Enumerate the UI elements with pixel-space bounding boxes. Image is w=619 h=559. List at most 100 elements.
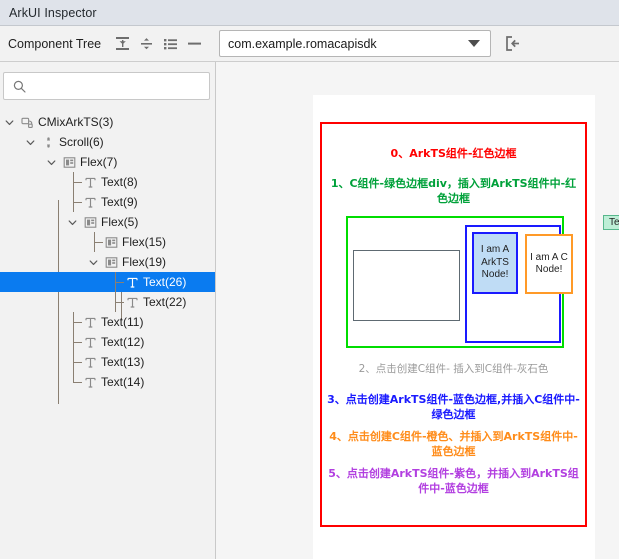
- arkui-inspector-window: ArkUI Inspector Component Tree com.examp…: [0, 0, 619, 559]
- expand-all-icon[interactable]: [115, 36, 130, 51]
- tree-elbow: [73, 182, 82, 183]
- minus-icon[interactable]: [187, 36, 202, 51]
- tree-node-text14[interactable]: Text(14): [0, 372, 215, 392]
- tree-node-flex19[interactable]: Flex(19): [0, 252, 215, 272]
- tree-elbow: [73, 202, 82, 203]
- component-icon: [21, 116, 34, 129]
- tree-node-text22[interactable]: Text(22): [0, 292, 215, 312]
- collapse-all-icon[interactable]: [139, 36, 154, 51]
- preview-line-0: 0、ArkTS组件-红色边框: [390, 147, 517, 160]
- tree-guide-segment: [94, 232, 95, 252]
- c-node-box: I am A C Node!: [525, 234, 573, 294]
- flex-icon: [105, 256, 118, 269]
- text-icon: [84, 176, 97, 189]
- tree-node-text11[interactable]: Text(11): [0, 312, 215, 332]
- tree-node-label: Text(11): [101, 315, 144, 329]
- tree-node-label: Text(22): [143, 295, 187, 309]
- chevron-down-icon[interactable]: [46, 157, 57, 168]
- device-preview: 0、ArkTS组件-红色边框 1、C组件-绿色边框div，插入到ArkTS组件中…: [313, 95, 619, 559]
- toolbar-icon-group: [115, 36, 202, 51]
- tree-elbow: [73, 362, 82, 363]
- list-view-icon[interactable]: [163, 36, 178, 51]
- flex-icon: [63, 156, 76, 169]
- tree-guide-segment: [73, 352, 74, 372]
- app-package-value: com.example.romacapisdk: [228, 36, 377, 51]
- tree-elbow: [73, 342, 82, 343]
- text-icon: [84, 316, 97, 329]
- tree-node-label: Flex(15): [122, 235, 167, 249]
- c-node-text: I am A C Node!: [530, 251, 568, 276]
- c-component-green-border: Text(26) I am A ArkTS Node! I am A C Nod…: [346, 215, 619, 348]
- preview-line-2: 2、点击创建C组件- 插入到C组件-灰石色: [358, 363, 549, 375]
- app-package-select[interactable]: com.example.romacapisdk: [219, 30, 491, 57]
- component-tree[interactable]: CMixArkTS(3) Scroll(6) Flex(7) Text(8) Text(…: [0, 112, 215, 404]
- search-wrap: [3, 72, 210, 100]
- preview-line-1: 1、C组件-绿色边框div，插入到ArkTS组件中-红色边框: [330, 177, 577, 205]
- tree-guide-segment: [115, 292, 116, 312]
- tree-node-label: CMixArkTS(3): [38, 115, 114, 129]
- search-icon: [13, 80, 26, 93]
- tree-node-text26[interactable]: Text(26): [0, 272, 215, 292]
- tree-node-text8[interactable]: Text(8): [0, 172, 215, 192]
- tree-node-scroll6[interactable]: Scroll(6): [0, 132, 215, 152]
- tree-node-flex5[interactable]: Flex(5): [0, 212, 215, 232]
- preview-line-3: 3、点击创建ArkTS组件-蓝色边框,并插入C组件中-绿色边框: [327, 393, 580, 421]
- text-icon: [84, 376, 97, 389]
- node-tooltip-label: Text(26): [608, 217, 619, 228]
- tree-elbow: [94, 242, 103, 243]
- flex-icon: [84, 216, 97, 229]
- component-tree-label: Component Tree: [8, 36, 102, 51]
- tree-guide-segment: [73, 312, 74, 332]
- tree-elbow: [73, 382, 82, 383]
- tree-elbow: [115, 282, 124, 283]
- chevron-down-icon: [468, 40, 480, 47]
- window-titlebar: ArkUI Inspector: [0, 0, 619, 26]
- tree-guide-segment: [73, 192, 74, 212]
- chevron-down-icon[interactable]: [67, 217, 78, 228]
- text-icon: [84, 196, 97, 209]
- text-icon: [126, 296, 139, 309]
- arkts-node-box: I am A ArkTS Node!: [472, 232, 518, 294]
- preview-line-4: 4、点击创建C组件-橙色、并插入到ArkTS组件中-蓝色边框: [329, 430, 578, 458]
- chevron-down-icon[interactable]: [88, 257, 99, 268]
- tree-guide-segment: [73, 332, 74, 352]
- tree-guide-segment: [73, 172, 74, 192]
- node-tooltip: Text(26): [603, 215, 619, 230]
- tree-node-label: Flex(19): [122, 255, 167, 269]
- tree-node-text13[interactable]: Text(13): [0, 352, 215, 372]
- text-icon: [126, 276, 139, 289]
- window-title: ArkUI Inspector: [9, 5, 97, 20]
- tree-node-cmixarkts3[interactable]: CMixArkTS(3): [0, 112, 215, 132]
- search-input[interactable]: [26, 73, 209, 99]
- component-tree-panel: CMixArkTS(3) Scroll(6) Flex(7) Text(8) Text(…: [0, 62, 215, 559]
- tree-node-label: Text(26): [143, 275, 187, 289]
- tree-node-flex15[interactable]: Flex(15): [0, 232, 215, 252]
- chevron-down-icon[interactable]: [25, 137, 36, 148]
- search-box[interactable]: [3, 72, 210, 100]
- tree-guide-segment: [73, 372, 74, 382]
- tree-node-label: Text(9): [101, 195, 138, 209]
- inner-gray-box: [353, 250, 460, 321]
- flex-icon: [105, 236, 118, 249]
- tree-node-label: Text(14): [101, 375, 145, 389]
- arkts-blue-border-box: Text(26) I am A ArkTS Node! I am A C Nod…: [465, 215, 619, 343]
- preview-panel: 0、ArkTS组件-红色边框 1、C组件-绿色边框div，插入到ArkTS组件中…: [216, 62, 619, 559]
- enter-arrow-icon[interactable]: [504, 35, 521, 52]
- tree-guide-segment: [115, 272, 116, 292]
- arkts-node-text: I am A ArkTS Node!: [480, 244, 510, 281]
- inspector-toolbar: Component Tree com.example.romacapisdk: [0, 26, 619, 62]
- tree-node-flex7[interactable]: Flex(7): [0, 152, 215, 172]
- chevron-down-icon[interactable]: [4, 117, 15, 128]
- arkts-root-red-border: 0、ArkTS组件-红色边框 1、C组件-绿色边框div，插入到ArkTS组件中…: [320, 122, 619, 527]
- scroll-icon: [42, 136, 55, 149]
- tree-node-label: Scroll(6): [59, 135, 104, 149]
- tree-elbow: [73, 322, 82, 323]
- tree-node-text12[interactable]: Text(12): [0, 332, 215, 352]
- tree-node-text9[interactable]: Text(9): [0, 192, 215, 212]
- text-icon: [84, 356, 97, 369]
- preview-line-5: 5、点击创建ArkTS组件-紫色，并插入到ArkTS组件中-蓝色边框: [328, 467, 579, 495]
- tree-elbow: [115, 302, 124, 303]
- tree-node-label: Flex(7): [80, 155, 118, 169]
- tree-node-label: Flex(5): [101, 215, 139, 229]
- tree-node-label: Text(8): [101, 175, 138, 189]
